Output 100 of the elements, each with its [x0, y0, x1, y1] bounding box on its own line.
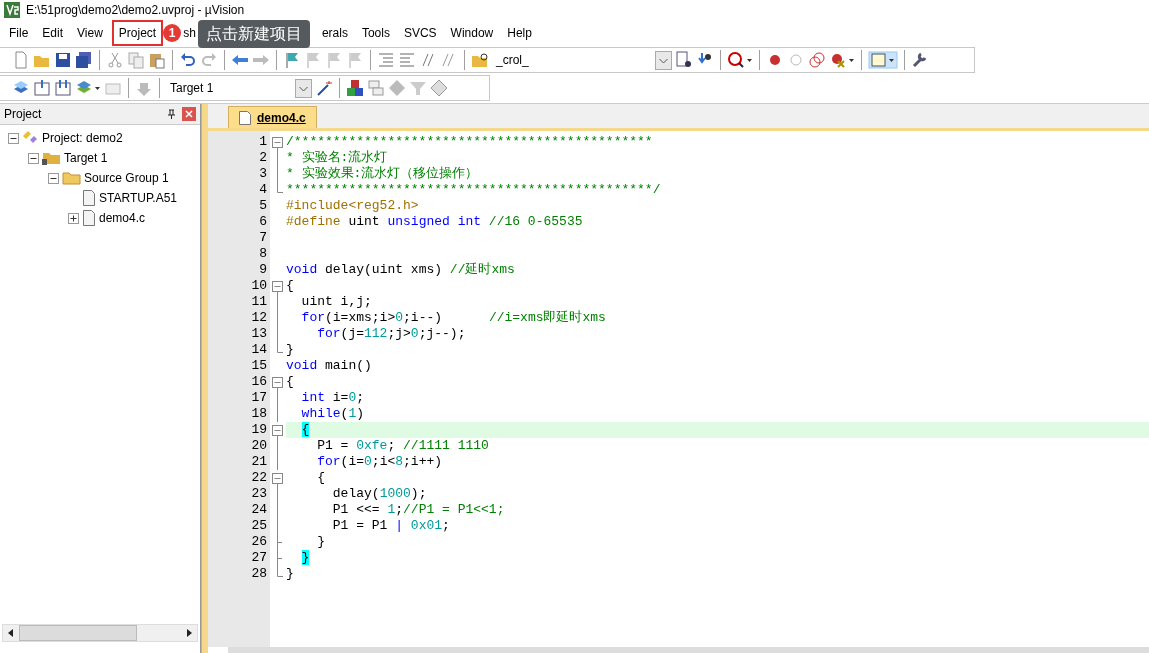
code-line: for(i=0;i<8;i++): [316, 454, 444, 470]
code-line: P1 = 0xfe; //1111 1110: [316, 438, 490, 454]
code-line: for(j=112;j>0;j--);: [316, 326, 467, 342]
code-line: P1 <<= 1;//P1 = P1<<1;: [331, 502, 506, 518]
line-number: 17: [250, 390, 268, 406]
callout-tooltip: 点击新建项目: [198, 20, 310, 48]
tree-item[interactable]: demo4.c: [99, 211, 146, 225]
debug-icon[interactable]: [727, 51, 753, 69]
window-title: E:\51prog\demo2\demo2.uvproj - µVision: [26, 3, 245, 17]
code-line: delay(1000);: [331, 486, 428, 502]
rebuild-icon[interactable]: [33, 79, 51, 97]
line-number: 11: [250, 294, 268, 310]
fold-toggle[interactable]: [272, 470, 283, 486]
folder-icon: [42, 151, 61, 165]
line-number: 12: [250, 310, 268, 326]
outdent-icon[interactable]: [398, 51, 416, 69]
code-line: {: [316, 470, 326, 486]
find-in-files-icon[interactable]: [675, 51, 693, 69]
components-icon[interactable]: [346, 79, 364, 97]
magic-wand-icon[interactable]: [315, 79, 333, 97]
line-number: 19: [250, 422, 268, 438]
file-icon: [239, 110, 251, 125]
line-number: 28: [250, 566, 268, 582]
flag-icon[interactable]: [283, 51, 301, 69]
code-line: }: [286, 342, 295, 358]
tree-item[interactable]: Source Group 1: [84, 171, 169, 185]
close-button[interactable]: [182, 107, 196, 121]
code-line: }: [286, 566, 295, 582]
diamond-icon[interactable]: [388, 79, 406, 97]
save-icon[interactable]: [54, 51, 72, 69]
expand-toggle[interactable]: [68, 212, 79, 224]
code-line: void main(): [286, 358, 373, 374]
tree-item[interactable]: Target 1: [64, 151, 108, 165]
line-number: 26: [250, 534, 268, 550]
code-line: int i=0;: [300, 390, 366, 406]
line-number: 16: [250, 374, 268, 390]
indent-icon[interactable]: [377, 51, 395, 69]
line-number: 25: [250, 518, 268, 534]
expand-toggle[interactable]: [8, 132, 19, 144]
file-icon: [82, 210, 96, 226]
line-number: 27: [250, 550, 268, 566]
fold-toggle[interactable]: [272, 134, 283, 150]
paste-icon[interactable]: [148, 51, 166, 69]
code-line: void delay(uint xms) //延时xms: [286, 262, 516, 278]
file-icon: [82, 190, 96, 206]
code-line: for(i=xms;i>0;i--) //i=xms即延时xms: [300, 310, 607, 326]
line-number: 13: [250, 326, 268, 342]
horizontal-scrollbar[interactable]: [228, 647, 1149, 653]
line-number: 6: [258, 214, 268, 230]
save-all-icon[interactable]: [75, 51, 93, 69]
fold-toggle[interactable]: [272, 422, 283, 438]
tree-item[interactable]: Project: demo2: [42, 131, 123, 145]
horizontal-scrollbar[interactable]: [2, 624, 198, 642]
line-number: 8: [258, 246, 268, 262]
line-number: 22: [250, 470, 268, 486]
code-line: uint i,j;: [300, 294, 373, 310]
fold-toggle[interactable]: [272, 374, 283, 390]
line-number: 7: [258, 230, 268, 246]
expand-toggle[interactable]: [48, 172, 59, 184]
code-line: ***********************************************/: [286, 182, 662, 198]
line-number: 24: [250, 502, 268, 518]
line-number: 2: [258, 150, 268, 166]
line-number: 9: [258, 262, 268, 278]
code-line: #define uint unsigned int //16 0-65535: [286, 214, 584, 230]
line-number: 23: [250, 486, 268, 502]
copy-icon[interactable]: [127, 51, 145, 69]
expand-toggle[interactable]: [28, 152, 39, 164]
code-line: P1 = P1 | 0x01;: [331, 518, 451, 534]
breakpoints-icon[interactable]: [808, 51, 826, 69]
step-badge: 1: [163, 24, 181, 42]
line-number: 21: [250, 454, 268, 470]
menu-item[interactable]: Project: [111, 20, 164, 46]
find-combo[interactable]: _crol_: [496, 53, 529, 67]
cut-icon[interactable]: [106, 51, 124, 69]
code-line: #include<reg52.h>: [286, 198, 420, 214]
code-line: }: [316, 534, 326, 550]
tree-item[interactable]: STARTUP.A51: [99, 191, 178, 205]
scroll-thumb[interactable]: [19, 625, 138, 641]
folder-icon: [62, 171, 81, 185]
code-line: * 实验名:流水灯: [286, 150, 389, 166]
clear-breakpoints-icon[interactable]: [829, 51, 855, 69]
code-line: /**********************************************: [286, 134, 654, 150]
line-number: 4: [258, 182, 268, 198]
undo-icon[interactable]: [179, 51, 197, 69]
line-number: 18: [250, 406, 268, 422]
project-icon: [22, 131, 39, 145]
panel-title: Project: [4, 107, 42, 121]
window-layout-icon[interactable]: [868, 51, 898, 69]
wrench-icon[interactable]: [911, 51, 929, 69]
file-tab[interactable]: demo4.c: [228, 106, 317, 128]
pin-button[interactable]: [166, 108, 176, 120]
batch-build-icon[interactable]: [54, 79, 72, 97]
code-line: {: [286, 278, 295, 294]
code-line: {: [286, 374, 295, 390]
folder-search-icon[interactable]: [471, 51, 489, 69]
line-number: 10: [250, 278, 268, 294]
fold-toggle[interactable]: [272, 278, 283, 294]
code-line: * 实验效果:流水灯（移位操作）: [286, 166, 480, 182]
target-combo[interactable]: Target 1: [170, 81, 214, 95]
line-number: 1: [258, 134, 268, 150]
